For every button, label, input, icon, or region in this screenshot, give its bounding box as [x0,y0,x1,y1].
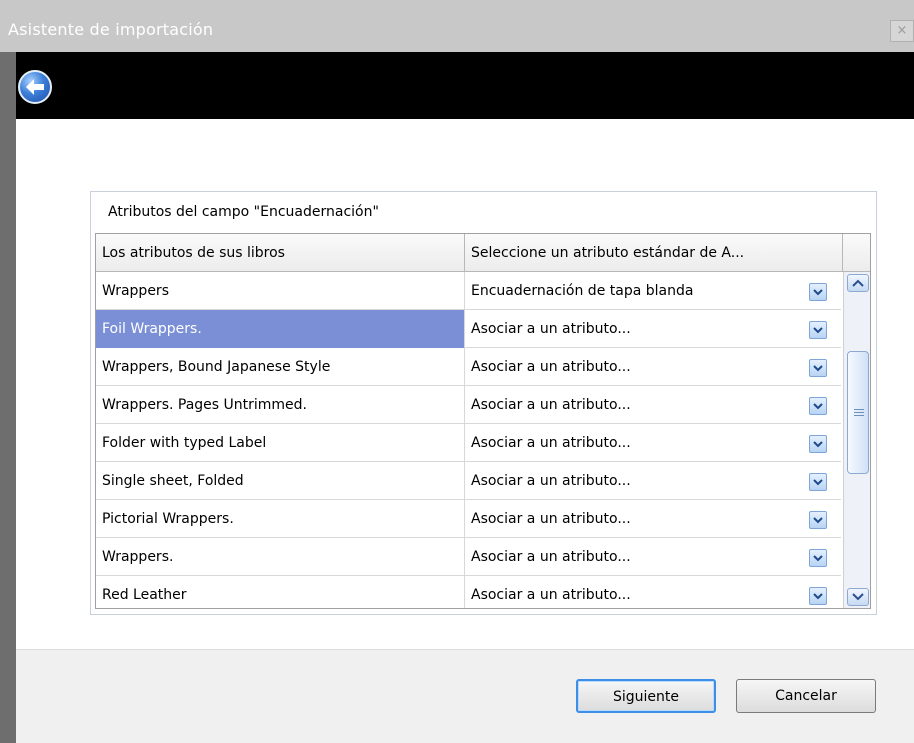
row-mapping-select[interactable]: Asociar a un atributo... [465,462,841,500]
chevron-down-icon [813,289,823,296]
chevron-down-icon [813,593,823,600]
row-attribute-cell[interactable]: Pictorial Wrappers. [96,500,465,538]
row-mapping-value: Asociar a un atributo... [471,435,631,451]
back-arrow-icon [26,79,44,95]
row-mapping-select[interactable]: Asociar a un atributo... [465,500,841,538]
row-mapping-value: Asociar a un atributo... [471,473,631,489]
dropdown-button[interactable] [809,473,827,491]
row-mapping-select[interactable]: Asociar a un atributo... [465,576,841,608]
row-mapping-select[interactable]: Asociar a un atributo... [465,538,841,576]
chevron-down-icon [813,479,823,486]
chevron-down-icon [813,327,823,334]
table-row[interactable]: Single sheet, Folded Asociar a un atribut… [96,462,841,500]
row-mapping-select[interactable]: Asociar a un atributo... [465,310,841,348]
close-button[interactable]: × [890,20,914,42]
row-mapping-value: Asociar a un atributo... [471,397,631,413]
row-mapping-value: Asociar a un atributo... [471,549,631,565]
dropdown-button[interactable] [809,511,827,529]
scroll-thumb[interactable] [847,351,869,474]
vertical-scrollbar[interactable] [843,272,870,608]
dropdown-button[interactable] [809,435,827,453]
chevron-down-icon [813,403,823,410]
wizard-header-bar [16,52,914,119]
row-attribute-cell[interactable]: Wrappers. Pages Untrimmed. [96,386,465,424]
row-attribute-cell[interactable]: Foil Wrappers. [96,310,465,348]
cancel-button[interactable]: Cancelar [736,679,876,713]
row-mapping-select[interactable]: Asociar a un atributo... [465,386,841,424]
window-title: Asistente de importación [8,20,214,39]
table-row[interactable]: Foil Wrappers. Asociar a un atributo... [96,310,841,348]
row-attribute-cell[interactable]: Folder with typed Label [96,424,465,462]
dropdown-button[interactable] [809,587,827,605]
title-bar: Asistente de importación × [0,0,914,52]
chevron-down-icon [813,441,823,448]
chevron-down-icon [852,593,864,601]
table-row[interactable]: Wrappers Encuadernación de tapa blanda [96,272,841,310]
grip-icon [854,409,864,410]
scroll-up-button[interactable] [847,274,869,292]
table-header: Los atributos de sus libros Seleccione u… [96,234,870,272]
groupbox-title: Atributos del campo "Encuadernación" [108,204,379,220]
row-mapping-select[interactable]: Asociar a un atributo... [465,424,841,462]
column-header-corner [843,234,870,272]
chevron-down-icon [813,517,823,524]
row-mapping-value: Asociar a un atributo... [471,321,631,337]
row-mapping-value: Encuadernación de tapa blanda [471,283,694,299]
row-mapping-select[interactable]: Asociar a un atributo... [465,348,841,386]
table-row[interactable]: Wrappers. Asociar a un atributo... [96,538,841,576]
window-frame-left [0,52,16,743]
column-header-standard-attribute[interactable]: Seleccione un atributo estándar de A... [465,234,843,272]
dropdown-button[interactable] [809,397,827,415]
next-button[interactable]: Siguiente [576,679,716,713]
dropdown-button[interactable] [809,321,827,339]
attributes-table: Los atributos de sus libros Seleccione u… [95,233,871,609]
row-attribute-cell[interactable]: Red Leather [96,576,465,608]
table-row[interactable]: Pictorial Wrappers. Asociar a un atributo… [96,500,841,538]
row-attribute-cell[interactable]: Wrappers. [96,538,465,576]
scroll-down-button[interactable] [847,588,869,606]
chevron-up-icon [852,279,864,287]
dropdown-button[interactable] [809,359,827,377]
dropdown-button[interactable] [809,283,827,301]
row-mapping-value: Asociar a un atributo... [471,359,631,375]
dropdown-button[interactable] [809,549,827,567]
table-row[interactable]: Wrappers. Pages Untrimmed. Asociar a un a… [96,386,841,424]
row-mapping-value: Asociar a un atributo... [471,587,631,603]
row-attribute-cell[interactable]: Single sheet, Folded [96,462,465,500]
row-attribute-cell[interactable]: Wrappers, Bound Japanese Style [96,348,465,386]
back-button[interactable] [18,70,52,104]
row-attribute-cell[interactable]: Wrappers [96,272,465,310]
row-mapping-value: Asociar a un atributo... [471,511,631,527]
row-mapping-select[interactable]: Encuadernación de tapa blanda [465,272,841,310]
table-row[interactable]: Red Leather Asociar a un atributo... [96,576,841,608]
chevron-down-icon [813,555,823,562]
table-row[interactable]: Wrappers, Bound Japanese Style Asociar a … [96,348,841,386]
chevron-down-icon [813,365,823,372]
column-header-attributes[interactable]: Los atributos de sus libros [96,234,465,272]
table-row[interactable]: Folder with typed Label Asociar a un atri… [96,424,841,462]
